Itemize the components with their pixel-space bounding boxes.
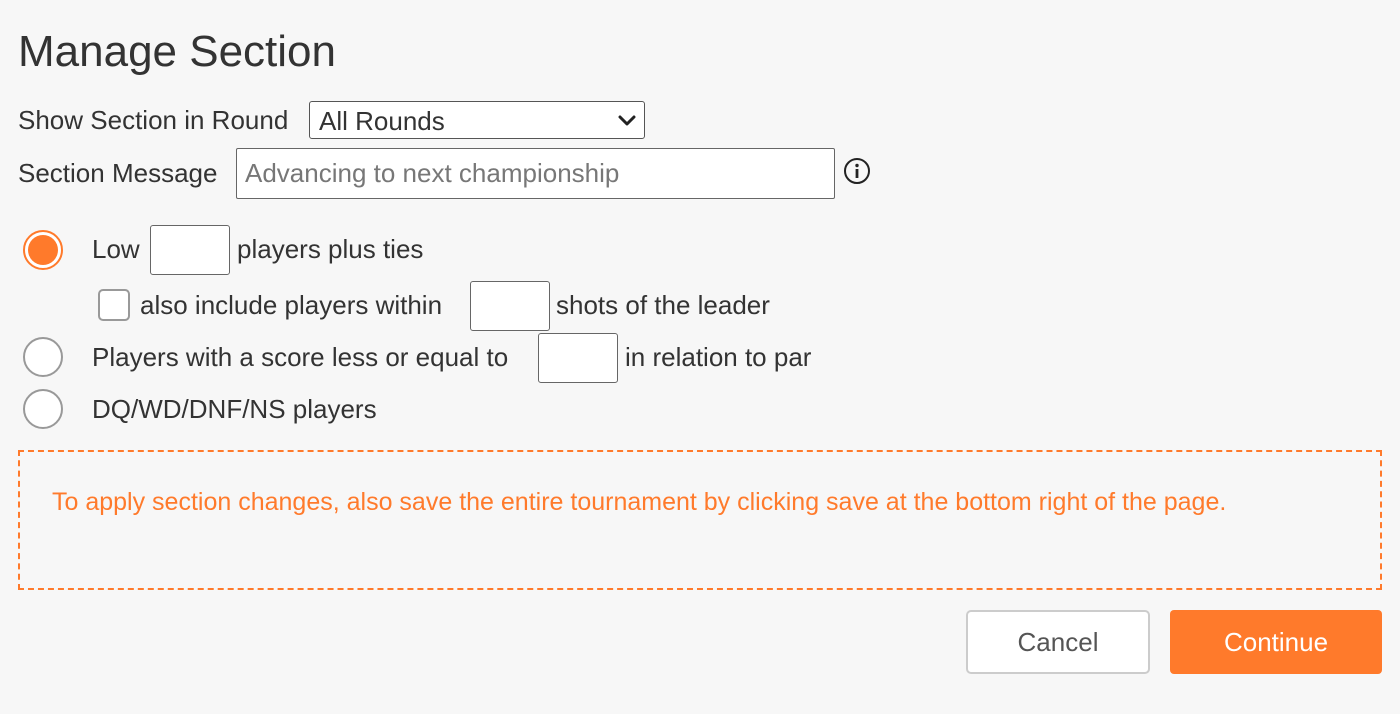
radio-dq-players[interactable] [23,389,63,429]
score-suffix-label: in relation to par [625,342,812,372]
section-message-input[interactable] [236,148,835,199]
within-suffix-label: shots of the leader [556,290,770,320]
message-label: Section Message [18,158,218,188]
within-label: also include players within [140,290,443,320]
dq-label: DQ/WD/DNF/NS players [92,394,377,424]
notice-text: To apply section changes, also save the … [52,488,1227,516]
round-select-value: All Rounds [319,106,445,136]
score-par-input[interactable] [538,333,618,383]
include-within-checkbox[interactable] [98,289,130,321]
info-icon[interactable] [843,157,871,185]
round-label: Show Section in Round [18,105,289,135]
low-suffix-label: players plus ties [237,234,424,264]
continue-button[interactable]: Continue [1170,610,1382,674]
low-players-input[interactable] [150,225,230,275]
radio-score-par[interactable] [23,337,63,377]
page-title: Manage Section [18,27,336,76]
radio-low-players[interactable] [23,230,63,270]
cancel-button[interactable]: Cancel [966,610,1150,674]
save-notice: To apply section changes, also save the … [18,450,1382,590]
low-label: Low [92,234,140,264]
chevron-down-icon [618,115,636,126]
manage-section-dialog: Manage Section Show Section in Round All… [0,0,1400,714]
within-shots-input[interactable] [470,281,550,331]
score-label: Players with a score less or equal to [92,342,509,372]
round-select[interactable]: All Rounds [309,101,645,139]
